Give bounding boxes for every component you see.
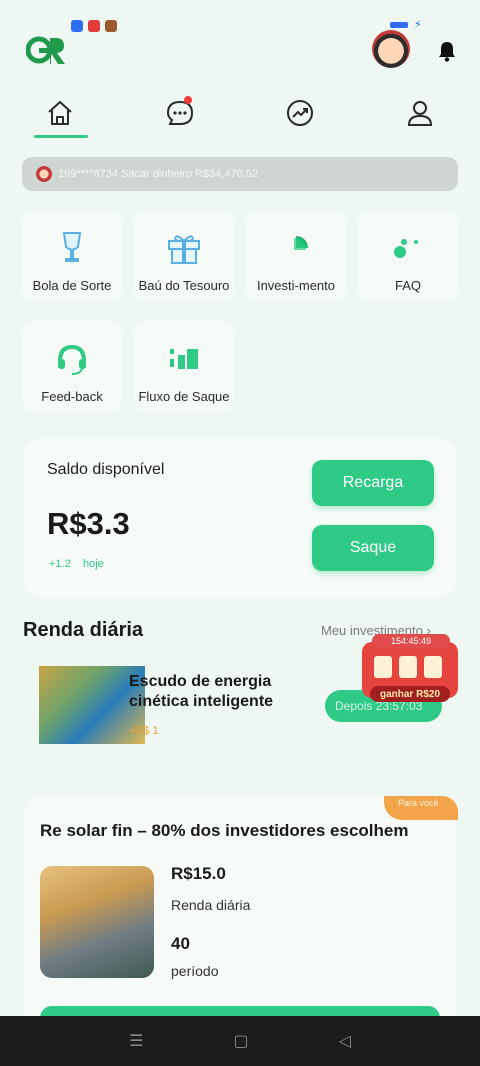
promo-title: Re solar fin – 80% dos investidores esco… — [40, 821, 409, 840]
tab-messages[interactable] — [120, 86, 240, 140]
feature-faq[interactable]: FAQ — [358, 210, 458, 302]
slot-reel — [399, 656, 417, 678]
withdrawal-ticker: 199****8734 Sacar dinheiro R$34,470.52 — [22, 157, 458, 191]
system-nav-bar: ☰ ▢ ◁ — [0, 1016, 480, 1066]
withdraw-button[interactable]: Saque — [312, 525, 434, 571]
tab-home[interactable] — [0, 86, 120, 140]
message-badge — [184, 96, 192, 104]
investment-name: Escudo de energia cinética inteligente — [129, 673, 274, 710]
slot-machine-widget[interactable]: 154:45:49 ganhar R$20 — [362, 634, 458, 706]
home-icon — [48, 101, 72, 125]
tab-profile[interactable] — [360, 86, 480, 140]
menu-icon[interactable]: ☰ — [129, 1031, 143, 1051]
feature-label: Investi-mento — [256, 278, 336, 293]
feature-label: Baú do Tesouro — [138, 278, 230, 293]
trend-icon — [287, 100, 313, 126]
notification-icons — [71, 20, 117, 32]
faq-icon — [394, 239, 418, 258]
balance-label: Saldo disponível — [47, 461, 165, 478]
bell-icon[interactable] — [437, 40, 457, 62]
recharge-button[interactable]: Recarga — [312, 460, 434, 506]
promo-image — [40, 866, 154, 978]
brown-app-icon — [105, 20, 117, 32]
charging-icon: ⚡ — [414, 19, 422, 31]
promo-card[interactable]: Para você Re solar fin – 80% dos investi… — [24, 796, 458, 1026]
feature-label: Bola de Sorte — [32, 278, 112, 293]
active-tab-indicator — [34, 135, 88, 138]
feature-label: Fluxo de Saque — [138, 389, 230, 404]
back-icon[interactable]: ◁ — [339, 1031, 351, 1051]
promo-price-label: Renda diária — [171, 897, 251, 913]
tab-trends[interactable] — [240, 86, 360, 140]
balance-card: Saldo disponível R$3.3 +1.2 hoje Recarga… — [24, 438, 456, 598]
balance-delta-label: hoje — [83, 558, 104, 570]
top-nav — [0, 86, 480, 140]
feature-withdraw-flow[interactable]: Fluxo de Saque — [134, 321, 234, 413]
section-title: Renda diária — [23, 619, 144, 641]
feature-treasure-chest[interactable]: Baú do Tesouro — [134, 210, 234, 302]
feature-feedback[interactable]: Feed-back — [22, 321, 122, 413]
app-logo — [26, 36, 65, 64]
ticker-avatar — [36, 166, 52, 182]
feature-label: Feed-back — [41, 389, 103, 404]
trophy-icon — [62, 232, 82, 262]
avatar[interactable] — [372, 30, 410, 68]
ticker-text: 199****8734 Sacar dinheiro R$34,470.52 — [58, 168, 258, 180]
feature-lucky-ball[interactable]: Bola de Sorte — [22, 210, 122, 302]
feature-label: FAQ — [394, 278, 421, 293]
balance-delta: +1.2 — [49, 558, 71, 570]
user-icon — [407, 101, 433, 126]
balance-amount: R$3.3 — [47, 506, 130, 541]
feature-investment[interactable]: Investi-mento — [246, 210, 346, 302]
investment-earning: +R$ 1 — [129, 725, 159, 737]
gift-box-icon — [168, 235, 200, 264]
bar-chart-icon — [170, 349, 198, 369]
red-app-icon — [88, 20, 100, 32]
promo-badge: Para você — [384, 796, 458, 820]
slot-reel — [374, 656, 392, 678]
slot-timer: 154:45:49 — [372, 634, 450, 648]
promo-period: 40 — [171, 934, 190, 953]
promo-period-label: período — [171, 963, 219, 979]
promo-price: R$15.0 — [171, 864, 226, 883]
battery-indicator — [390, 22, 408, 28]
slot-reel — [424, 656, 442, 678]
slot-prize: ganhar R$20 — [370, 686, 450, 702]
headset-icon — [58, 344, 86, 375]
pie-chart-icon — [294, 236, 308, 250]
home-square-icon[interactable]: ▢ — [233, 1031, 248, 1051]
blue-app-icon — [71, 20, 83, 32]
